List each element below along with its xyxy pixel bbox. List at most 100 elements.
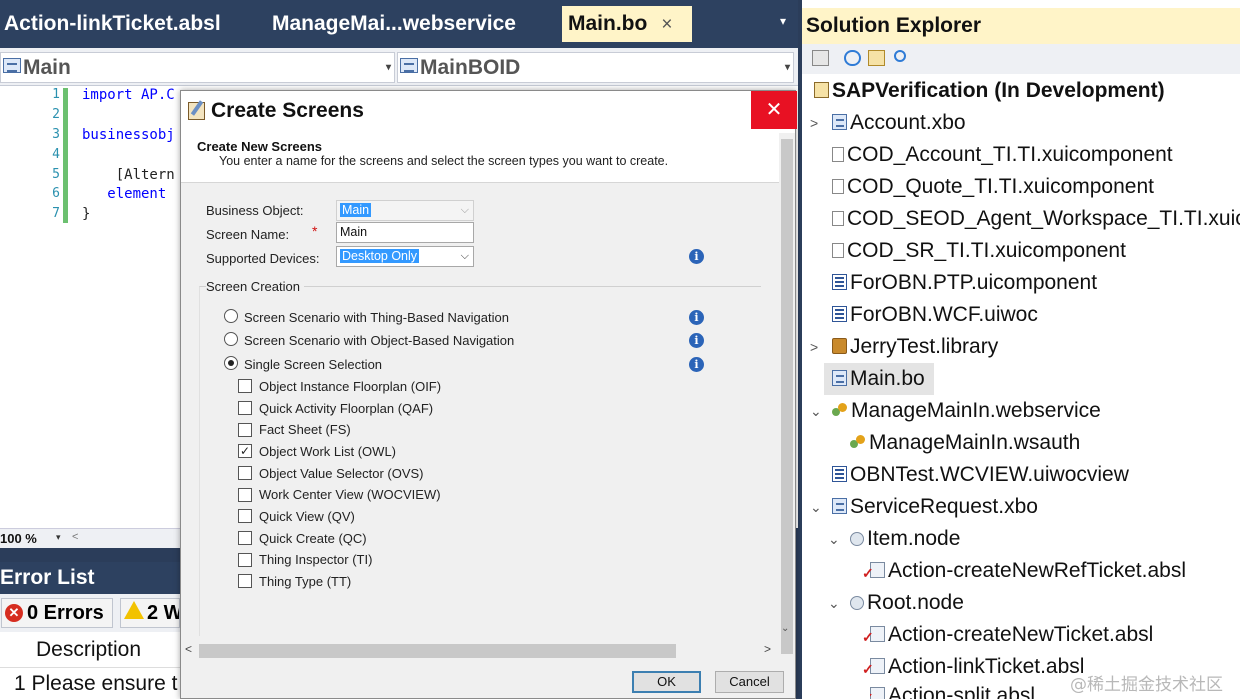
scrollbar-thumb[interactable] xyxy=(781,139,793,654)
radio-label: Screen Scenario with Object-Based Naviga… xyxy=(244,333,515,348)
refresh-icon[interactable] xyxy=(844,50,861,66)
tree-item-account-xbo[interactable]: Account.xbo xyxy=(832,107,966,139)
checkbox-tt[interactable] xyxy=(238,574,252,588)
tree-item-forobn-ptp[interactable]: ForOBN.PTP.uicomponent xyxy=(832,267,1097,299)
checkbox-label: Object Value Selector (OVS) xyxy=(259,466,424,481)
checkbox-qaf[interactable] xyxy=(238,401,252,415)
line-number: 2 xyxy=(52,107,60,122)
change-indicator xyxy=(63,88,68,223)
zoom-level[interactable]: 100 % xyxy=(0,531,37,546)
radio-single-screen-selection[interactable] xyxy=(224,356,238,370)
tab-managemain-webservice[interactable]: ManageMai...webservice xyxy=(272,6,537,42)
checkbox-qc[interactable] xyxy=(238,531,252,545)
tree-item-action-createnewrefticket[interactable]: Action-createNewRefTicket.absl xyxy=(862,555,1186,589)
tab-main-bo[interactable]: Main.bo × xyxy=(562,6,692,42)
solution-icon xyxy=(814,82,829,98)
checkbox-ti[interactable] xyxy=(238,553,252,567)
tree-item-cod-sr-ti[interactable]: COD_SR_TI.TI.xuicomponent xyxy=(832,235,1126,267)
checkbox-wocview[interactable] xyxy=(238,488,252,502)
tree-item-action-createnewticket[interactable]: Action-createNewTicket.absl xyxy=(862,619,1153,653)
watermark: @稀土掘金技术社区 xyxy=(1070,675,1223,695)
absl-icon xyxy=(862,653,885,685)
line-number-gutter: 1 2 3 4 5 6 7 xyxy=(0,86,80,528)
search-icon[interactable] xyxy=(894,50,906,62)
tab-action-linkticket[interactable]: Action-linkTicket.absl xyxy=(4,6,254,42)
properties-icon[interactable] xyxy=(812,50,829,66)
tree-item-label: ForOBN.PTP.uicomponent xyxy=(850,271,1098,294)
tree-item-managemainin-webservice[interactable]: ManageMainIn.webservice xyxy=(832,395,1101,427)
info-icon[interactable]: i xyxy=(689,333,704,348)
tree-item-label: Item.node xyxy=(867,527,961,550)
member-combo[interactable]: MainBOID ▾ xyxy=(397,52,794,83)
tree-item-root-node[interactable]: Root.node xyxy=(850,587,964,619)
close-button[interactable]: ✕ xyxy=(751,91,797,129)
tab-label: ManageMai...webservice xyxy=(272,12,516,35)
checkbox-qv[interactable] xyxy=(238,509,252,523)
scrollbar-thumb[interactable] xyxy=(199,644,676,658)
scroll-left-icon[interactable]: < xyxy=(185,642,192,656)
tree-item-main-bo[interactable]: Main.bo xyxy=(824,363,934,395)
collapse-icon[interactable]: ⌄ xyxy=(828,587,840,619)
cancel-button[interactable]: Cancel xyxy=(715,671,784,693)
dialog-header-description: You enter a name for the screens and sel… xyxy=(219,154,669,168)
radio-object-based-navigation[interactable] xyxy=(224,332,238,346)
tree-item-cod-quote-ti[interactable]: COD_Quote_TI.TI.xuicomponent xyxy=(832,171,1154,203)
expand-icon[interactable]: > xyxy=(810,107,818,139)
tree-item-action-linkticket[interactable]: Action-linkTicket.absl xyxy=(862,651,1085,685)
chevron-down-icon[interactable]: ▾ xyxy=(56,532,61,543)
navigation-bar: Main ▾ MainBOID ▾ xyxy=(0,48,798,86)
screen-name-label: Screen Name: xyxy=(206,227,290,242)
show-all-files-icon[interactable] xyxy=(868,50,885,66)
tree-item-label: ServiceRequest.xbo xyxy=(850,495,1038,518)
errors-filter-button[interactable]: ✕ 0 Errors xyxy=(1,598,113,628)
warnings-filter-button[interactable]: 2 W xyxy=(120,598,180,628)
code-line: } xyxy=(82,206,91,222)
line-number: 5 xyxy=(52,167,60,182)
supported-devices-value: Desktop Only xyxy=(340,249,420,263)
tab-overflow-menu-icon[interactable]: ▾ xyxy=(775,14,791,34)
tree-item-label: JerryTest.library xyxy=(850,335,999,358)
solution-explorer-title: Solution Explorer xyxy=(802,8,1240,44)
tree-item-action-split[interactable]: Action-split.absl xyxy=(870,680,1035,699)
tree-item-obntest-wcview[interactable]: OBNTest.WCVIEW.uiwocview xyxy=(832,459,1129,491)
scroll-left-icon[interactable]: < xyxy=(72,531,78,543)
tree-item-forobn-wcf[interactable]: ForOBN.WCF.uiwoc xyxy=(832,299,1038,331)
checkbox-ovs[interactable] xyxy=(238,466,252,480)
ok-button[interactable]: OK xyxy=(632,671,701,693)
expand-icon[interactable]: > xyxy=(810,331,818,363)
tree-item-cod-seod-agent-workspace-ti[interactable]: COD_SEOD_Agent_Workspace_TI.TI.xuico xyxy=(832,203,1240,235)
collapse-icon[interactable]: ⌄ xyxy=(810,491,822,523)
info-icon[interactable]: i xyxy=(689,249,704,264)
horizontal-scrollbar[interactable]: < > xyxy=(181,639,779,661)
column-header-description[interactable]: Description xyxy=(0,632,180,668)
scroll-right-icon[interactable]: > xyxy=(764,642,771,656)
close-icon[interactable]: × xyxy=(661,14,672,35)
collapse-icon[interactable]: ⌄ xyxy=(828,523,840,555)
scroll-down-icon[interactable]: ⌄ xyxy=(781,623,789,634)
collapse-icon[interactable]: ⌄ xyxy=(810,395,822,427)
tree-item-label: COD_Quote_TI.TI.xuicomponent xyxy=(847,175,1154,198)
tree-item-jerrytest-library[interactable]: JerryTest.library xyxy=(832,331,998,363)
info-icon[interactable]: i xyxy=(689,310,704,325)
xbo-icon xyxy=(832,498,847,514)
info-icon[interactable]: i xyxy=(689,357,704,372)
radio-thing-based-navigation[interactable] xyxy=(224,309,238,323)
supported-devices-select[interactable]: Desktop Only ⌵ xyxy=(336,246,474,267)
tree-item-cod-account-ti[interactable]: COD_Account_TI.TI.xuicomponent xyxy=(832,139,1173,171)
tree-item-label: Action-linkTicket.absl xyxy=(888,655,1085,678)
chevron-down-icon: ▾ xyxy=(784,62,790,73)
vertical-scrollbar[interactable]: ⌄ xyxy=(779,133,795,654)
tree-item-item-node[interactable]: Item.node xyxy=(850,523,960,555)
checkbox-fs[interactable] xyxy=(238,423,252,437)
tree-item-servicerequest-xbo[interactable]: ServiceRequest.xbo xyxy=(832,491,1038,523)
checkbox-label: Object Work List (OWL) xyxy=(259,444,397,459)
type-combo[interactable]: Main ▾ xyxy=(0,52,395,83)
tree-item-solution[interactable]: SAPVerification (In Development) xyxy=(814,75,1165,107)
tree-item-label: COD_SR_TI.TI.xuicomponent xyxy=(847,239,1126,262)
tree-item-managemainin-wsauth[interactable]: ManageMainIn.wsauth xyxy=(850,427,1080,459)
checkbox-oif[interactable] xyxy=(238,379,252,393)
table-row[interactable]: 1 Please ensure t xyxy=(0,668,180,699)
dialog-header-title: Create New Screens xyxy=(197,139,323,154)
checkbox-owl[interactable]: ✓ xyxy=(238,444,252,458)
screen-name-input[interactable]: Main xyxy=(336,222,474,243)
